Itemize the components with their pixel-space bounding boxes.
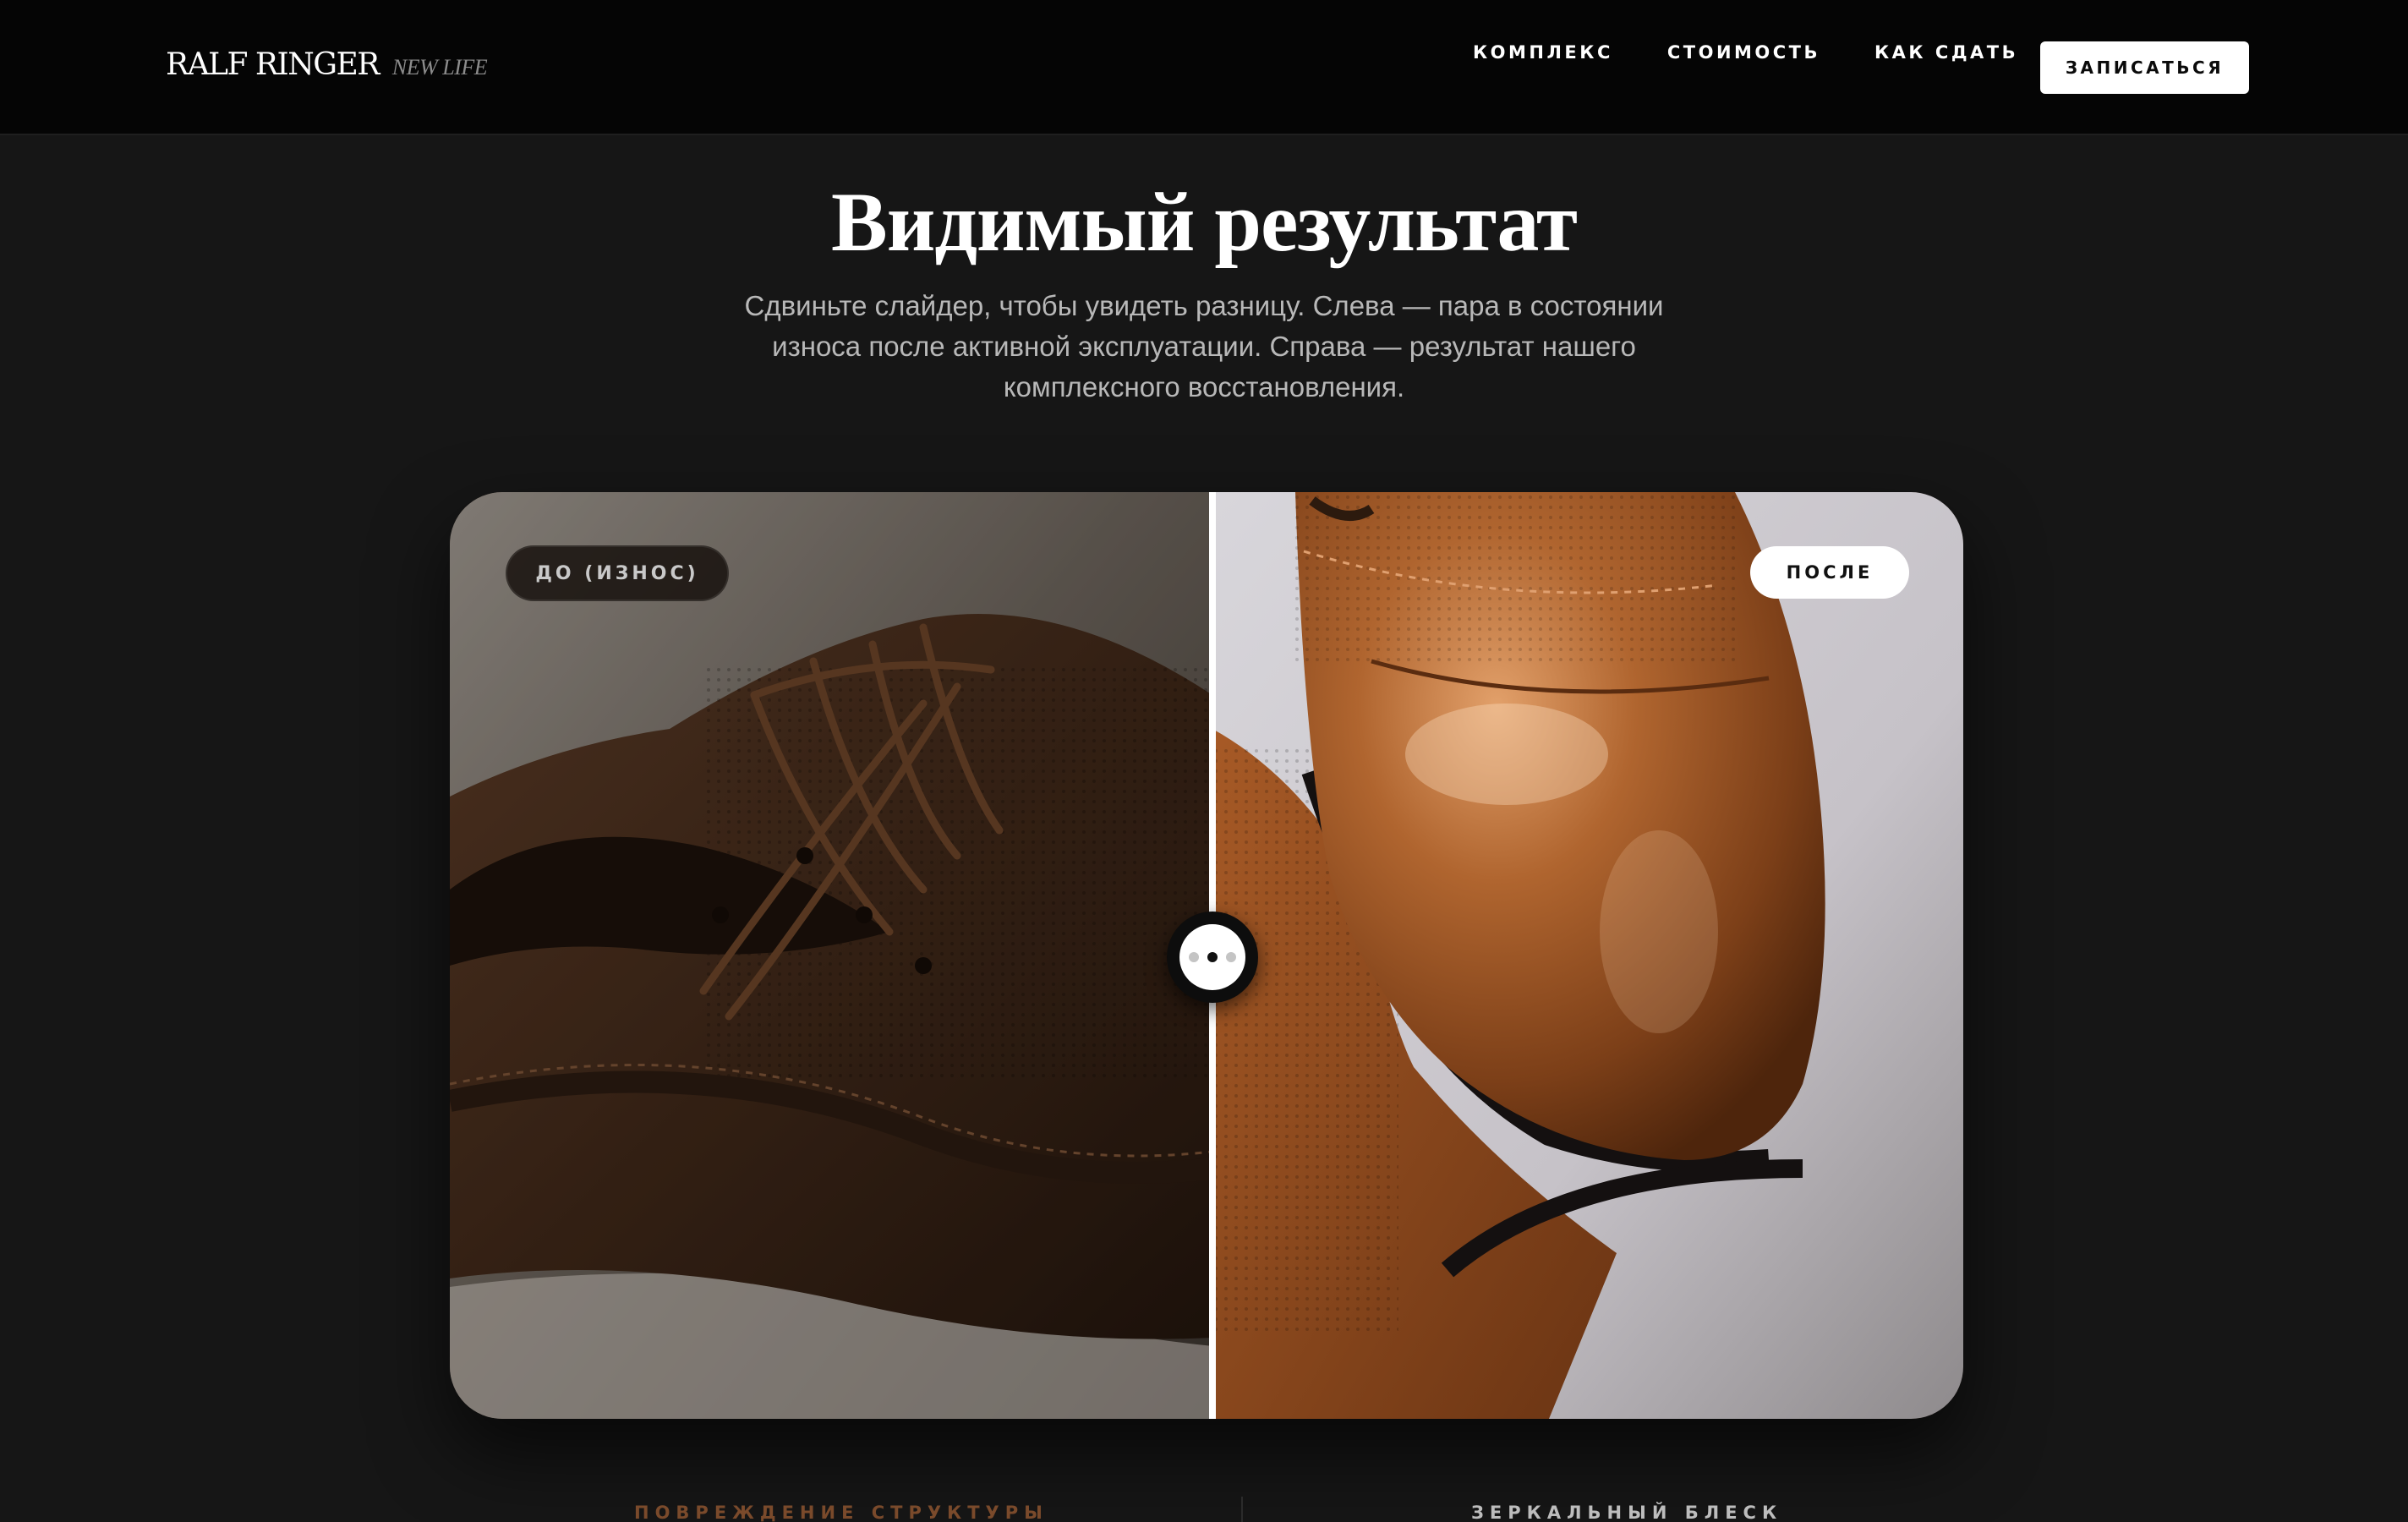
caption-mirror-shine: ЗЕРКАЛЬНЫЙ БЛЕСК — [1471, 1503, 1783, 1522]
main-nav: КОМПЛЕКС СТОИМОСТЬ КАК СДАТЬ — [1473, 42, 2018, 63]
nav-link-price[interactable]: СТОИМОСТЬ — [1667, 42, 1820, 63]
drag-grip-icon — [1179, 924, 1245, 990]
before-label: ДО (ИЗНОС) — [506, 545, 729, 601]
signup-button[interactable]: ЗАПИСАТЬСЯ — [2040, 41, 2249, 94]
nav-link-how-to-submit[interactable]: КАК СДАТЬ — [1874, 42, 2018, 63]
caption-structure-damage: ПОВРЕЖДЕНИЕ СТРУКТУРЫ — [634, 1503, 1048, 1522]
before-after-slider[interactable]: ДО (ИЗНОС) ПОСЛЕ — [450, 492, 1963, 1419]
section-lead: Сдвиньте слайдер, чтобы увидеть разницу.… — [744, 290, 1664, 402]
slider-handle[interactable] — [1167, 912, 1258, 1003]
nav-link-complex[interactable]: КОМПЛЕКС — [1473, 42, 1613, 63]
after-label: ПОСЛЕ — [1750, 546, 1909, 599]
caption-divider — [1241, 1497, 1243, 1522]
brand-logo[interactable]: RALF RINGER NEW LIFE — [166, 47, 488, 82]
section-title: Видимый результат — [831, 175, 1578, 269]
logo-tagline: NEW LIFE — [391, 55, 488, 79]
logo-wordmark: RALF RINGER — [166, 47, 380, 82]
site-header: RALF RINGER NEW LIFE КОМПЛЕКС СТОИМОСТЬ … — [0, 0, 2408, 135]
